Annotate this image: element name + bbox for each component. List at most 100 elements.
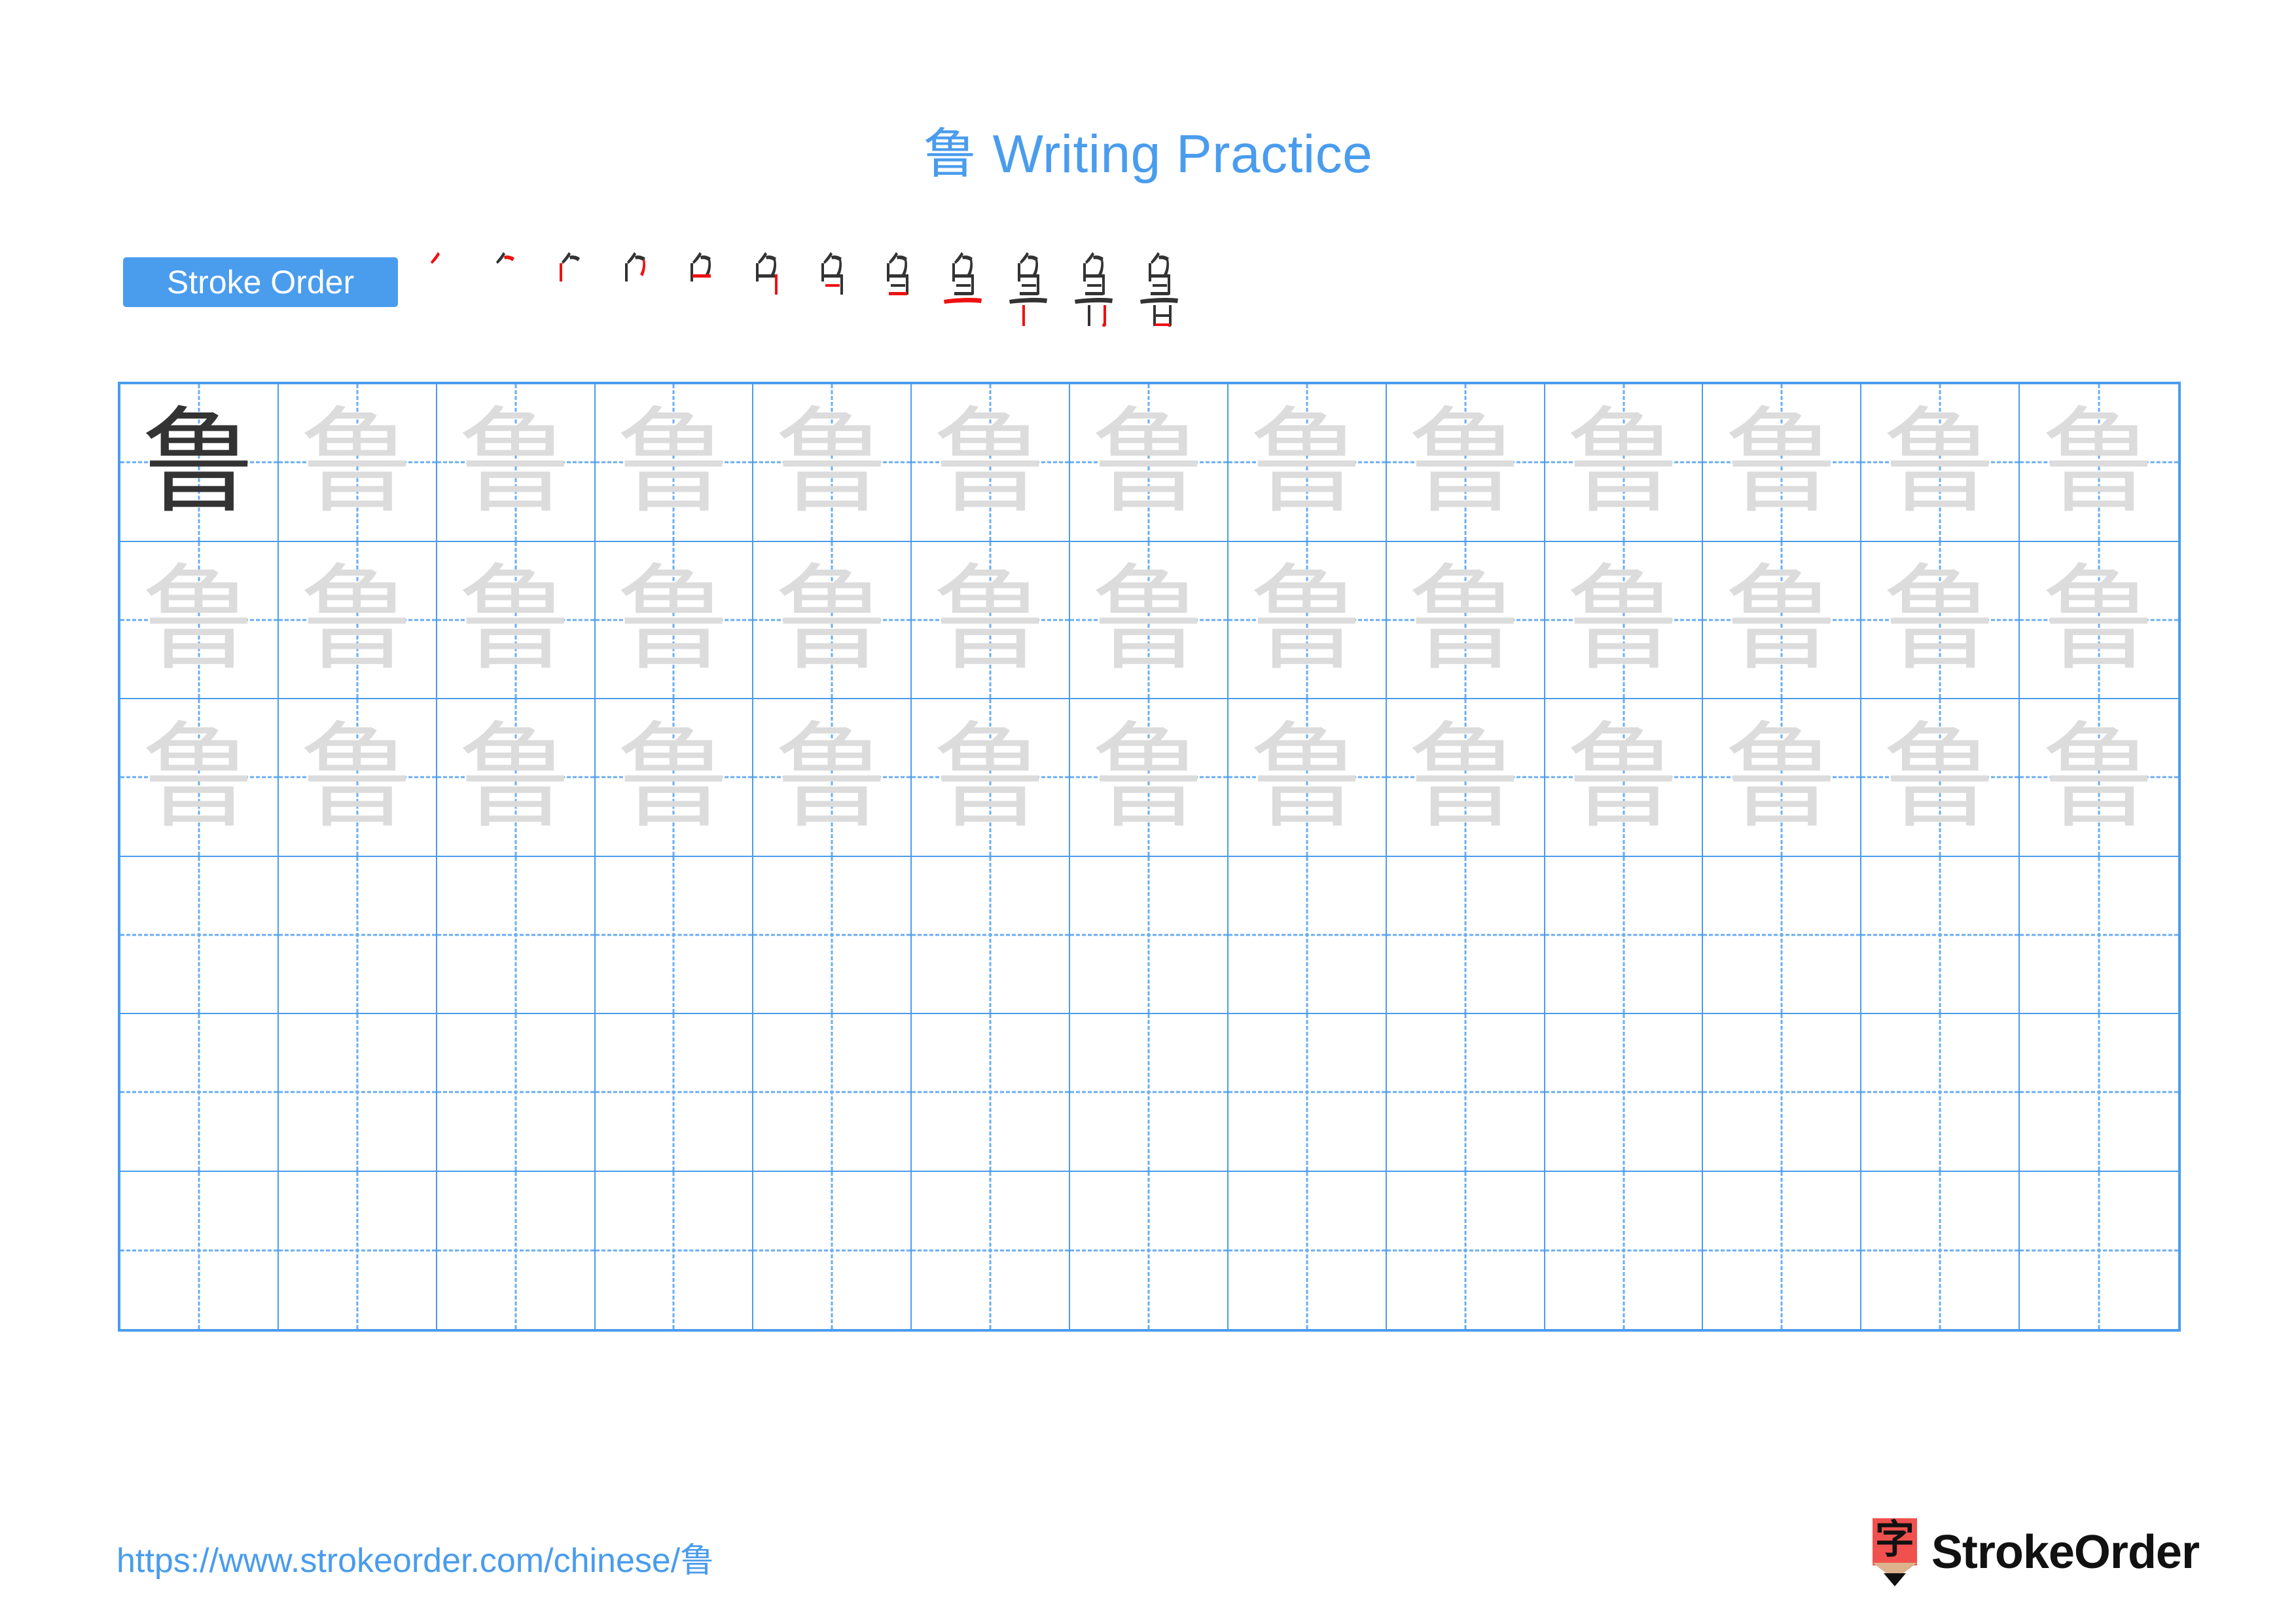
stroke-step-1 — [411, 244, 476, 335]
stroke-step-glyph — [756, 252, 778, 295]
stroke-step-7 — [804, 244, 869, 335]
grid-cell-r6-c9 — [1387, 1171, 1545, 1329]
tracing-character: 鲁 — [300, 395, 415, 529]
grid-cell-r6-c6 — [912, 1171, 1071, 1329]
grid-cell-r2-c13: 鲁 — [2020, 542, 2178, 699]
grid-cell-r5-c1 — [120, 1014, 279, 1172]
grid-cell-r5-c12 — [1861, 1014, 2020, 1172]
page-title: 鲁 Writing Practice — [0, 110, 2296, 188]
grid-cell-r6-c11 — [1703, 1171, 1862, 1329]
grid-cell-r3-c8: 鲁 — [1228, 699, 1387, 857]
stroke-step-12 — [1131, 244, 1196, 335]
grid-cell-r4-c9 — [1386, 856, 1545, 1014]
grid-cell-r5-c8 — [1228, 1014, 1387, 1172]
grid-cell-r2-c7: 鲁 — [1070, 541, 1229, 699]
grid-cell-r4-c13 — [2020, 857, 2178, 1014]
stroke-step-glyph — [431, 252, 440, 264]
grid-cell-r1-c13: 鲁 — [2020, 384, 2178, 542]
tracing-character: 鲁 — [2041, 553, 2157, 687]
tracing-character: 鲁 — [458, 395, 573, 529]
grid-cell-r4-c7 — [1070, 856, 1229, 1014]
grid-cell-r6-c1 — [120, 1171, 279, 1329]
stroke-step-glyph — [821, 252, 843, 295]
zi-character-glyph: 字 — [1874, 1517, 1914, 1563]
grid-cell-r6-c12 — [1861, 1171, 2020, 1329]
grid-cell-r5-c4 — [595, 1014, 754, 1172]
stroke-step-glyph — [625, 252, 645, 282]
stroke-step-3 — [542, 244, 607, 335]
tracing-character: 鲁 — [774, 395, 889, 529]
grid-cell-r4-c2 — [278, 856, 437, 1014]
grid-cell-r4-c8 — [1228, 856, 1387, 1014]
grid-cell-r3-c12: 鲁 — [1861, 699, 2020, 857]
grid-cell-r5-c11 — [1703, 1014, 1862, 1172]
grid-cell-r5-c9 — [1386, 1014, 1545, 1172]
stroke-step-8 — [869, 244, 935, 335]
tracing-character: 鲁 — [1249, 553, 1365, 687]
tracing-character: 鲁 — [933, 395, 1048, 529]
grid-cell-r2-c10: 鲁 — [1545, 541, 1704, 699]
grid-cell-r1-c4: 鲁 — [595, 384, 754, 542]
tracing-character: 鲁 — [1724, 395, 1839, 529]
grid-cell-r2-c6: 鲁 — [912, 541, 1071, 699]
grid-cell-r1-c12: 鲁 — [1861, 384, 2020, 542]
tracing-character: 鲁 — [933, 553, 1048, 687]
tracing-character: 鲁 — [1724, 553, 1839, 687]
tracing-character: 鲁 — [1408, 553, 1523, 687]
grid-cell-r2-c11: 鲁 — [1703, 541, 1862, 699]
tracing-character: 鲁 — [774, 553, 889, 687]
grid-cell-r5-c13 — [2020, 1014, 2178, 1172]
grid-cell-r3-c11: 鲁 — [1703, 699, 1862, 857]
stroke-step-11 — [1066, 244, 1131, 335]
tracing-character: 鲁 — [1882, 395, 1998, 529]
tracing-character: 鲁 — [1724, 710, 1839, 844]
grid-cell-r1-c11: 鲁 — [1703, 384, 1862, 542]
tracing-character: 鲁 — [616, 710, 731, 844]
grid-cell-r3-c6: 鲁 — [912, 699, 1071, 857]
tracing-character: 鲁 — [1249, 710, 1365, 844]
practice-grid: 鲁鲁鲁鲁鲁鲁鲁鲁鲁鲁鲁鲁鲁鲁鲁鲁鲁鲁鲁鲁鲁鲁鲁鲁鲁鲁鲁鲁鲁鲁鲁鲁鲁鲁鲁鲁鲁鲁鲁 — [118, 382, 2181, 1332]
stroke-step-glyph — [944, 252, 982, 304]
grid-cell-r2-c5: 鲁 — [753, 541, 912, 699]
grid-cell-r5-c10 — [1545, 1014, 1704, 1172]
grid-cell-r1-c3: 鲁 — [437, 384, 596, 542]
tracing-character: 鲁 — [1408, 710, 1523, 844]
grid-cell-r3-c13: 鲁 — [2020, 699, 2178, 857]
grid-cell-r6-c3 — [437, 1171, 596, 1329]
tracing-character: 鲁 — [1566, 553, 1681, 687]
grid-cell-r6-c13 — [2020, 1172, 2178, 1330]
grid-cell-r1-c5: 鲁 — [753, 384, 912, 542]
footer-url-link[interactable]: https://www.strokeorder.com/chinese/鲁 — [117, 1533, 714, 1582]
grid-cell-r5-c3 — [437, 1014, 596, 1172]
grid-cell-r2-c1: 鲁 — [120, 541, 279, 699]
grid-cell-r1-c1: 鲁 — [120, 384, 279, 542]
stroke-step-4 — [607, 244, 673, 335]
tracing-character: 鲁 — [616, 553, 731, 687]
grid-cell-r2-c3: 鲁 — [437, 541, 596, 699]
grid-cell-r3-c5: 鲁 — [753, 699, 912, 857]
brand-logo[interactable]: 字 StrokeOrder — [1872, 1516, 2200, 1588]
grid-cell-r6-c10 — [1545, 1171, 1704, 1329]
tracing-character: 鲁 — [774, 710, 889, 844]
stroke-step-glyph — [1075, 252, 1113, 327]
grid-cell-r3-c2: 鲁 — [278, 699, 437, 857]
tracing-character: 鲁 — [300, 553, 415, 687]
grid-cell-r1-c2: 鲁 — [278, 384, 437, 542]
brand-name: StrokeOrder — [1931, 1526, 2200, 1578]
grid-cell-r1-c9: 鲁 — [1386, 384, 1545, 542]
grid-cell-r2-c4: 鲁 — [595, 541, 754, 699]
grid-cell-r3-c9: 鲁 — [1386, 699, 1545, 857]
stroke-step-glyph — [496, 252, 514, 264]
tracing-character: 鲁 — [1091, 553, 1206, 687]
tracing-character: 鲁 — [458, 553, 573, 687]
stroke-order-badge: Stroke Order — [123, 257, 398, 307]
tracing-character: 鲁 — [1249, 395, 1365, 529]
grid-cell-r4-c6 — [912, 856, 1071, 1014]
grid-cell-r4-c10 — [1545, 856, 1704, 1014]
grid-cell-r1-c8: 鲁 — [1228, 384, 1387, 542]
pencil-icon: 字 — [1872, 1517, 1917, 1586]
grid-cell-r3-c10: 鲁 — [1545, 699, 1704, 857]
grid-cell-r3-c1: 鲁 — [120, 699, 279, 857]
tracing-character: 鲁 — [300, 710, 415, 844]
stroke-step-glyph — [1140, 252, 1178, 327]
